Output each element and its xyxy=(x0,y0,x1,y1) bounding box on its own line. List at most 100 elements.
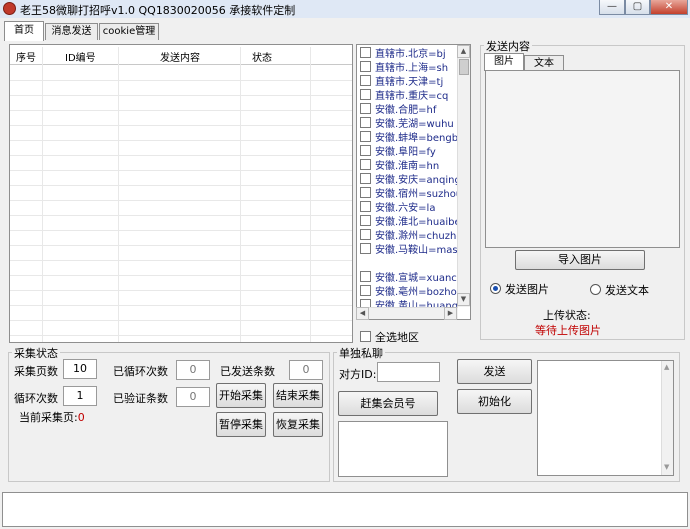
city-list-item[interactable]: 安徽.安庆=anqing xyxy=(360,173,458,187)
city-list-item[interactable]: 安徽.亳州=bozhou xyxy=(360,285,458,299)
city-list-item[interactable]: 直辖市.天津=tj xyxy=(360,75,458,89)
grid-row-line xyxy=(10,215,352,216)
radio-send-text[interactable]: 发送文本 xyxy=(590,282,649,298)
grid-divider xyxy=(240,47,241,342)
collect-member-button[interactable]: 赶集会员号 xyxy=(338,391,438,416)
city-list-item[interactable]: 直辖市.北京=bj xyxy=(360,47,458,61)
scroll-up-icon[interactable]: ▲ xyxy=(457,45,470,58)
checkbox-icon[interactable] xyxy=(360,131,371,142)
col-id: ID编号 xyxy=(65,53,96,64)
col-content: 发送内容 xyxy=(160,53,200,64)
checkbox-icon[interactable] xyxy=(360,243,371,254)
upload-status-label: 上传状态: xyxy=(543,309,591,322)
city-list-item[interactable]: 安徽.淮南=hn xyxy=(360,159,458,173)
checkbox-icon[interactable] xyxy=(360,271,371,282)
city-list-item[interactable]: 安徽.阜阳=fy xyxy=(360,145,458,159)
tab-image[interactable]: 图片 xyxy=(484,53,524,71)
city-list-item[interactable]: 安徽.淮北=huaibei xyxy=(360,215,458,229)
checkbox-icon[interactable] xyxy=(360,117,371,128)
verified-count-label: 已验证条数 xyxy=(113,392,168,405)
checkbox-icon[interactable] xyxy=(360,89,371,100)
checkbox-icon[interactable] xyxy=(360,173,371,184)
checkbox-icon[interactable] xyxy=(360,285,371,296)
start-collect-button[interactable]: 开始采集 xyxy=(216,383,266,408)
select-all-checkbox[interactable]: 全选地区 xyxy=(360,329,419,345)
scroll-up-icon[interactable]: ▲ xyxy=(664,363,669,371)
checkbox-icon[interactable] xyxy=(360,75,371,86)
tab-cookie-manage[interactable]: cookie管理 xyxy=(99,23,159,40)
grid-row-line xyxy=(10,95,352,96)
checkbox-icon[interactable] xyxy=(360,145,371,156)
import-image-button[interactable]: 导入图片 xyxy=(515,250,645,270)
city-list-item[interactable]: 直辖市.上海=sh xyxy=(360,61,458,75)
city-list-item[interactable]: 安徽.六安=la xyxy=(360,201,458,215)
current-page-value: 0 xyxy=(77,411,85,424)
init-button[interactable]: 初始化 xyxy=(457,389,532,414)
grid-row-line xyxy=(10,335,352,336)
tab-text[interactable]: 文本 xyxy=(524,55,564,71)
loop-count-input[interactable]: 1 xyxy=(63,386,97,406)
minimize-button[interactable]: — xyxy=(599,0,625,15)
radio-icon xyxy=(590,284,601,295)
radio-send-image[interactable]: 发送图片 xyxy=(490,281,549,297)
result-grid[interactable] xyxy=(9,44,353,343)
maximize-button[interactable]: ▢ xyxy=(625,0,650,15)
grid-header: 序号 ID编号 发送内容 状态 xyxy=(10,46,352,65)
col-status: 状态 xyxy=(252,53,272,64)
city-list-item[interactable]: 安徽.芜湖=wuhu xyxy=(360,117,458,131)
checkbox-icon[interactable] xyxy=(360,47,371,58)
city-list-item[interactable]: 安徽.宿州=suzhou xyxy=(360,187,458,201)
city-list-item[interactable]: 安徽.宣城=xuancheng xyxy=(360,271,458,285)
log-output[interactable] xyxy=(2,492,688,527)
checkbox-icon[interactable] xyxy=(360,187,371,198)
looped-count-value: 0 xyxy=(176,360,210,380)
tab-home[interactable]: 首页 xyxy=(4,21,44,41)
checkbox-icon[interactable] xyxy=(360,159,371,170)
pause-collect-button[interactable]: 暂停采集 xyxy=(216,412,266,437)
sent-count-label: 已发送条数 xyxy=(220,365,275,378)
grid-row-line xyxy=(10,260,352,261)
collect-status-label: 采集状态 xyxy=(12,345,60,361)
image-preview xyxy=(485,70,680,248)
target-id-input[interactable] xyxy=(377,362,440,382)
current-page-label: 当前采集页:0 xyxy=(19,409,85,425)
city-label: 安徽.合肥=hf xyxy=(375,105,437,116)
app-logo-icon xyxy=(3,2,16,15)
grid-row-line xyxy=(10,275,352,276)
collect-pages-input[interactable]: 10 xyxy=(63,359,97,379)
city-list-item[interactable]: 安徽.滁州=chuzhou xyxy=(360,229,458,243)
checkbox-icon[interactable] xyxy=(360,215,371,226)
tab-message-send[interactable]: 消息发送 xyxy=(45,23,98,40)
checkbox-icon[interactable] xyxy=(360,103,371,114)
city-list-item[interactable]: 安徽.蚌埠=bengbu xyxy=(360,131,458,145)
scroll-right-icon[interactable]: ▶ xyxy=(444,307,457,320)
scroll-down-icon[interactable]: ▼ xyxy=(664,463,669,471)
checkbox-icon[interactable] xyxy=(360,201,371,212)
chat-log-scrollbar[interactable]: ▲ ▼ xyxy=(661,361,673,475)
window-title: 老王58微聊打招呼v1.0 QQ1830020056 承接软件定制 xyxy=(20,4,296,17)
city-label: 安徽.滁州=chuzhou xyxy=(375,231,458,242)
city-label: 安徽.阜阳=fy xyxy=(375,147,436,158)
city-label: 安徽.马鞍山=mas xyxy=(375,245,458,256)
city-list-item[interactable]: 直辖市.重庆=cq xyxy=(360,89,458,103)
close-button[interactable]: ✕ xyxy=(650,0,688,15)
scroll-left-icon[interactable]: ◀ xyxy=(356,307,369,320)
city-label: 直辖市.北京=bj xyxy=(375,49,446,60)
city-list-item[interactable]: 安徽.合肥=hf xyxy=(360,103,458,117)
scroll-down-icon[interactable]: ▼ xyxy=(457,293,470,306)
stop-collect-button[interactable]: 结束采集 xyxy=(273,383,323,408)
city-label: 直辖市.上海=sh xyxy=(375,63,449,74)
radio-selected-icon xyxy=(490,283,501,294)
city-label: 直辖市.天津=tj xyxy=(375,77,444,88)
city-list-hscrollbar[interactable]: ◀ ▶ xyxy=(356,307,458,320)
resume-collect-button[interactable]: 恢复采集 xyxy=(273,412,323,437)
send-button[interactable]: 发送 xyxy=(457,359,532,384)
checkbox-icon[interactable] xyxy=(360,61,371,72)
scroll-thumb[interactable] xyxy=(459,59,469,75)
city-label: 安徽.蚌埠=bengbu xyxy=(375,133,458,144)
city-list-scrollbar[interactable]: ▲ ▼ xyxy=(457,45,470,307)
chat-log-box[interactable] xyxy=(537,360,674,476)
chat-message-input[interactable] xyxy=(338,421,448,477)
checkbox-icon[interactable] xyxy=(360,229,371,240)
city-list-item[interactable]: 安徽.马鞍山=mas xyxy=(360,243,458,257)
